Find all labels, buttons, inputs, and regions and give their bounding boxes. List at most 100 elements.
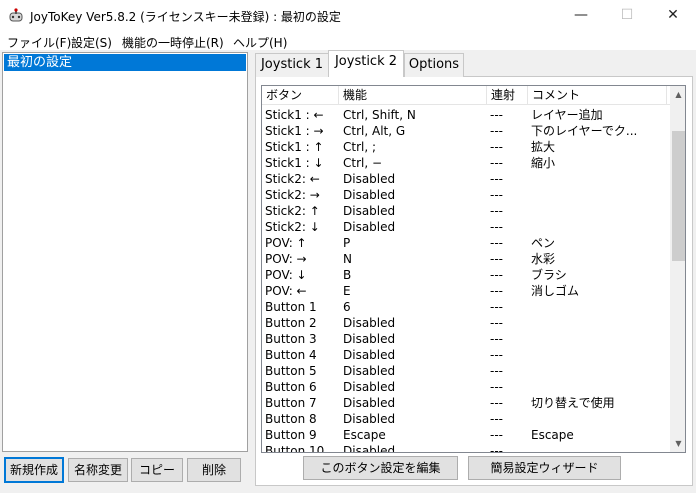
table-row[interactable]: Button 8 Disabled ---	[262, 411, 670, 427]
row-rapid-fire: ---	[490, 428, 503, 442]
row-function: Disabled	[343, 332, 396, 346]
close-button[interactable]: ✕	[650, 0, 696, 31]
row-rapid-fire: ---	[490, 364, 503, 378]
table-row[interactable]: Stick1 : ← Ctrl, Shift, N --- レイヤー追加	[262, 107, 670, 123]
menu-file[interactable]: ファイル(F)	[7, 34, 71, 51]
row-rapid-fire: ---	[490, 284, 503, 298]
row-button: Stick2: ↑	[265, 204, 320, 218]
new-profile-button[interactable]: 新規作成	[4, 457, 64, 483]
row-function: Disabled	[343, 316, 396, 330]
row-function: P	[343, 236, 351, 250]
row-button: Button 10	[265, 444, 325, 453]
row-button: Button 1	[265, 300, 317, 314]
row-rapid-fire: ---	[490, 300, 503, 314]
row-rapid-fire: ---	[490, 348, 503, 362]
row-rapid-fire: ---	[490, 220, 503, 234]
row-rapid-fire: ---	[490, 332, 503, 346]
row-comment: 切り替えで使用	[531, 396, 615, 410]
row-function: Ctrl, Alt, G	[343, 124, 406, 138]
scrollbar-thumb[interactable]	[672, 131, 685, 261]
row-button: Stick2: ←	[265, 172, 320, 186]
table-row[interactable]: POV: ↓ B --- ブラシ	[262, 267, 670, 283]
table-row[interactable]: Button 5 Disabled ---	[262, 363, 670, 379]
row-button: POV: ←	[265, 284, 307, 298]
row-function: 6	[343, 300, 351, 314]
scroll-up-icon[interactable]: ▲	[670, 86, 685, 103]
row-comment: ペン	[531, 236, 556, 250]
header-button[interactable]: ボタン	[262, 86, 339, 105]
row-comment: 消しゴム	[531, 284, 580, 298]
row-rapid-fire: ---	[490, 236, 503, 250]
row-function: Disabled	[343, 348, 396, 362]
row-rapid-fire: ---	[490, 172, 503, 186]
table-row[interactable]: Button 6 Disabled ---	[262, 379, 670, 395]
row-function: Disabled	[343, 380, 396, 394]
header-function[interactable]: 機能	[339, 86, 487, 105]
edit-button-setting-button[interactable]: このボタン設定を編集	[303, 456, 458, 480]
minimize-button[interactable]: —	[558, 0, 604, 31]
row-button: POV: →	[265, 252, 307, 266]
row-function: Disabled	[343, 204, 396, 218]
row-rapid-fire: ---	[490, 380, 503, 394]
table-row[interactable]: Stick2: ← Disabled ---	[262, 171, 670, 187]
setup-wizard-button[interactable]: 簡易設定ウィザード	[468, 456, 621, 480]
button-assignment-list[interactable]: ボタン 機能 連射 コメント Stick1 : ← Ctrl, Shift, N -…	[261, 85, 686, 453]
table-row[interactable]: POV: ← E --- 消しゴム	[262, 283, 670, 299]
table-row[interactable]: Stick2: → Disabled ---	[262, 187, 670, 203]
row-rapid-fire: ---	[490, 252, 503, 266]
title-bar: JoyToKey Ver5.8.2 (ライセンスキー未登録) : 最初の設定 —…	[0, 0, 696, 31]
row-function: N	[343, 252, 352, 266]
row-button: Button 6	[265, 380, 317, 394]
menu-pause[interactable]: 機能の一時停止(R)	[122, 34, 224, 51]
table-row[interactable]: Button 7 Disabled --- 切り替えで使用	[262, 395, 670, 411]
profile-list[interactable]: 最初の設定	[2, 52, 248, 452]
row-rapid-fire: ---	[490, 124, 503, 138]
tab-joystick-1[interactable]: Joystick 1	[255, 53, 329, 77]
table-row[interactable]: Stick1 : ↑ Ctrl, ; --- 拡大	[262, 139, 670, 155]
delete-profile-button[interactable]: 削除	[187, 458, 241, 482]
rename-profile-button[interactable]: 名称変更	[68, 458, 128, 482]
menu-bar: ファイル(F) 設定(S) 機能の一時停止(R) ヘルプ(H)	[0, 31, 696, 51]
row-button: Button 8	[265, 412, 317, 426]
list-header: ボタン 機能 連射 コメント	[262, 86, 670, 105]
table-row[interactable]: POV: → N --- 水彩	[262, 251, 670, 267]
row-rapid-fire: ---	[490, 108, 503, 122]
row-function: Disabled	[343, 396, 396, 410]
row-comment: Escape	[531, 428, 574, 442]
menu-help[interactable]: ヘルプ(H)	[233, 34, 287, 51]
row-comment: 水彩	[531, 252, 556, 266]
table-row[interactable]: Button 10 Disabled ---	[262, 443, 670, 453]
header-rapid-fire[interactable]: 連射	[487, 86, 528, 105]
row-function: Ctrl, −	[343, 156, 383, 170]
profile-item-selected[interactable]: 最初の設定	[4, 54, 246, 71]
table-row[interactable]: Button 4 Disabled ---	[262, 347, 670, 363]
maximize-button[interactable]: ☐	[604, 0, 650, 31]
row-button: Stick2: →	[265, 188, 320, 202]
table-row[interactable]: Button 9 Escape --- Escape	[262, 427, 670, 443]
table-row[interactable]: Button 2 Disabled ---	[262, 315, 670, 331]
table-row[interactable]: Stick1 : ↓ Ctrl, − --- 縮小	[262, 155, 670, 171]
tab-joystick-2[interactable]: Joystick 2	[328, 50, 404, 77]
copy-profile-button[interactable]: コピー	[131, 458, 183, 482]
scroll-down-icon[interactable]: ▼	[670, 435, 685, 452]
row-function: Disabled	[343, 444, 396, 453]
table-row[interactable]: POV: ↑ P --- ペン	[262, 235, 670, 251]
row-rapid-fire: ---	[490, 316, 503, 330]
table-row[interactable]: Stick1 : → Ctrl, Alt, G --- 下のレイヤーでク...	[262, 123, 670, 139]
menu-settings[interactable]: 設定(S)	[71, 34, 112, 51]
row-button: Button 7	[265, 396, 317, 410]
row-rapid-fire: ---	[490, 268, 503, 282]
row-function: Disabled	[343, 172, 396, 186]
vertical-scrollbar[interactable]: ▲ ▼	[670, 86, 685, 452]
row-button: Stick1 : ↓	[265, 156, 324, 170]
table-row[interactable]: Stick2: ↑ Disabled ---	[262, 203, 670, 219]
row-comment: レイヤー追加	[531, 108, 603, 122]
table-row[interactable]: Button 3 Disabled ---	[262, 331, 670, 347]
tab-options[interactable]: Options	[404, 53, 464, 77]
table-row[interactable]: Button 1 6 ---	[262, 299, 670, 315]
row-function: Ctrl, Shift, N	[343, 108, 416, 122]
header-comment[interactable]: コメント	[528, 86, 667, 105]
row-button: Button 4	[265, 348, 317, 362]
pane-splitter[interactable]	[249, 52, 252, 493]
table-row[interactable]: Stick2: ↓ Disabled ---	[262, 219, 670, 235]
